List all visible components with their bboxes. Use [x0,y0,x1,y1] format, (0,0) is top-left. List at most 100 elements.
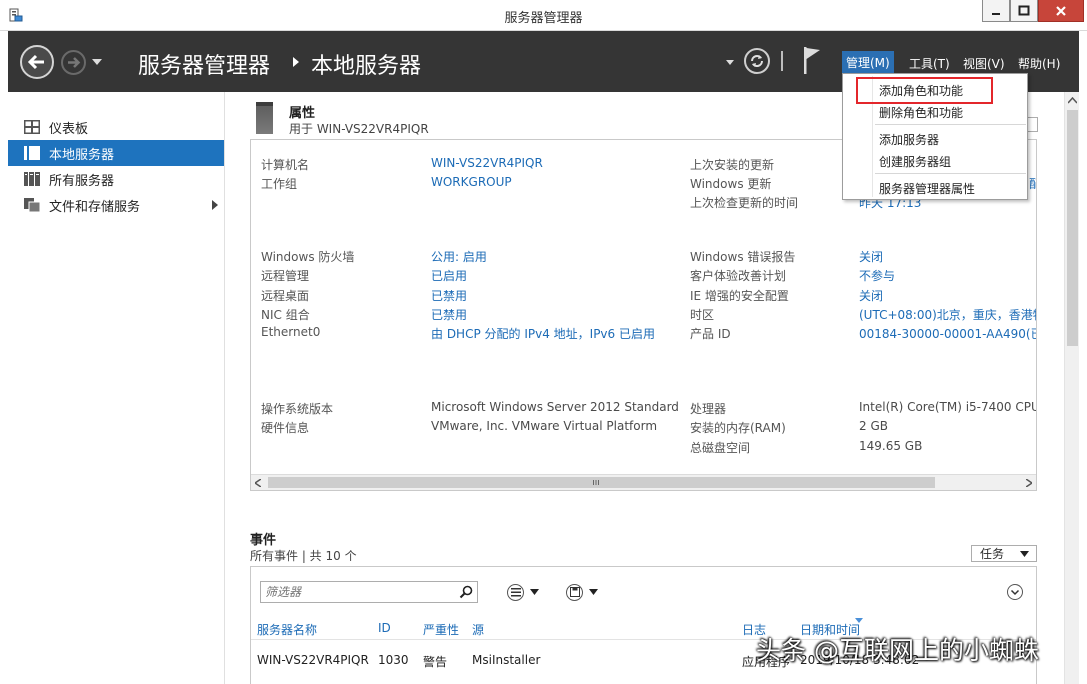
search-icon[interactable] [459,585,473,599]
prop-value: 2 GB [859,419,888,433]
prop-value-link[interactable]: 公用: 启用 [431,248,487,265]
sidebar-item-local-server[interactable]: 本地服务器 [8,140,224,166]
prop-value-link[interactable]: 不参与 [859,267,895,284]
tasks-label: 任务 [980,547,1005,561]
menu-help[interactable]: 帮助(H) [1018,55,1060,72]
scrollbar-thumb[interactable] [268,477,935,488]
server-icon [24,146,40,160]
cell-server: WIN-VS22VR4PIQR [257,653,369,667]
column-header-source[interactable]: 源 [472,621,484,638]
close-button[interactable] [1038,0,1084,22]
prop-value-link[interactable]: 由 DHCP 分配的 IPv4 地址，IPv6 已启用 [431,325,655,342]
prop-label: 处理器 [690,402,727,416]
prop-label: Windows 更新 [690,177,772,191]
maximize-icon [1018,5,1030,15]
refresh-button[interactable] [744,48,770,74]
prop-value-link[interactable]: 配 [1029,175,1036,192]
prop-label: Ethernet0 [261,325,321,339]
scroll-left-icon[interactable] [255,479,261,487]
properties-subtitle: 用于 WIN-VS22VR4PIQR [289,122,429,136]
menu-tools[interactable]: 工具(T) [909,55,950,72]
prop-label: 硬件信息 [261,421,310,435]
prop-label: 上次安装的更新 [690,158,775,172]
save-query-button[interactable] [566,583,598,601]
prop-value-link[interactable]: WIN-VS22VR4PIQR [431,156,543,170]
sidebar-item-label: 仪表板 [49,121,89,137]
forward-arrow-icon [68,57,81,68]
scroll-up-icon[interactable] [1068,97,1077,104]
sidebar-item-dashboard[interactable]: 仪表板 [8,114,224,140]
dropdown-arrow-icon [1020,551,1029,557]
expand-chevron-button[interactable] [1007,584,1023,600]
query-options-button[interactable] [507,583,539,601]
prop-value: VMware, Inc. VMware Virtual Platform [431,419,658,433]
forward-button[interactable] [61,50,86,75]
prop-value-link[interactable]: 00184-30000-00001-AA490(已 [859,325,1036,342]
filter-box[interactable] [260,581,478,603]
menu-item-server-manager-properties[interactable]: 服务器管理器属性 [879,180,975,197]
breadcrumb-current: 本地服务器 [311,54,422,79]
expand-arrow-icon[interactable] [212,200,218,210]
cell-source: MsiInstaller [472,653,541,667]
minimize-icon [992,12,1000,15]
save-disk-icon [566,583,583,601]
properties-title: 属性 [289,106,316,121]
back-button[interactable] [20,45,54,79]
watermark: 头条 @互联网上的小蜘蛛 [756,636,1039,665]
prop-value-link[interactable]: 已启用 [431,267,467,284]
prop-label: NIC 组合 [261,308,310,322]
menu-item-add-servers[interactable]: 添加服务器 [879,131,939,148]
sidebar-item-file-storage[interactable]: 文件和存储服务 [8,192,224,218]
horizontal-scrollbar[interactable] [251,474,1036,490]
storage-icon [24,198,40,212]
column-header-severity[interactable]: 严重性 [423,621,459,638]
breadcrumb-separator-icon [293,57,299,67]
prop-value: Microsoft Windows Server 2012 Standard [431,400,679,414]
header-dropdown-icon[interactable] [726,58,734,66]
column-header-id[interactable]: ID [378,621,391,635]
prop-label: 远程桌面 [261,289,310,303]
prop-value-link[interactable]: (UTC+08:00)北京，重庆，香港特 [859,306,1036,323]
prop-label: 产品 ID [690,327,731,341]
menu-item-create-server-group[interactable]: 创建服务器组 [879,153,951,170]
scroll-right-icon[interactable] [1026,479,1032,487]
window-title: 服务器管理器 [504,11,583,26]
prop-label: 计算机名 [261,158,310,172]
cell-severity: 警告 [423,655,448,669]
servers-icon [24,172,40,186]
header-divider [781,51,783,71]
dropdown-arrow-icon [589,589,598,595]
cell-id: 1030 [378,653,409,667]
prop-value-link[interactable]: 关闭 [859,248,883,265]
prop-value-link[interactable]: 已禁用 [431,287,467,304]
prop-label: 总磁盘空间 [690,441,751,455]
scrollbar-thumb[interactable] [1067,110,1078,346]
vertical-scrollbar[interactable] [1064,92,1079,684]
prop-value-link[interactable]: 已禁用 [431,306,467,323]
prop-label: 工作组 [261,177,298,191]
prop-value: Intel(R) Core(TM) i5-7400 CPU [859,400,1037,414]
menu-item-remove-roles[interactable]: 删除角色和功能 [879,104,963,121]
sidebar-item-all-servers[interactable]: 所有服务器 [8,166,224,192]
notifications-flag-icon[interactable] [802,46,822,74]
refresh-icon [751,55,763,67]
sidebar-item-label: 所有服务器 [49,173,115,189]
breadcrumb-root[interactable]: 服务器管理器 [138,48,270,80]
prop-value-link[interactable]: WORKGROUP [431,175,512,189]
prop-label: 安装的内存(RAM) [690,421,786,435]
column-header-server[interactable]: 服务器名称 [257,621,317,638]
sidebar: 仪表板 本地服务器 所有服务器 文件和存储服务 [8,92,225,684]
events-title: 事件 [250,533,277,548]
prop-label: 时区 [690,308,715,322]
sidebar-item-label: 文件和存储服务 [49,199,141,215]
minimize-button[interactable] [982,0,1010,22]
maximize-button[interactable] [1010,0,1038,22]
menu-view[interactable]: 视图(V) [963,55,1005,72]
prop-value-link[interactable]: 关闭 [859,287,883,304]
menu-manage[interactable]: 管理(M) [842,51,894,74]
events-tasks-button[interactable]: 任务 [971,545,1037,562]
history-dropdown-icon[interactable] [91,56,103,68]
prop-label: IE 增强的安全配置 [690,289,789,303]
back-arrow-icon [27,54,44,70]
filter-input[interactable] [261,582,451,602]
